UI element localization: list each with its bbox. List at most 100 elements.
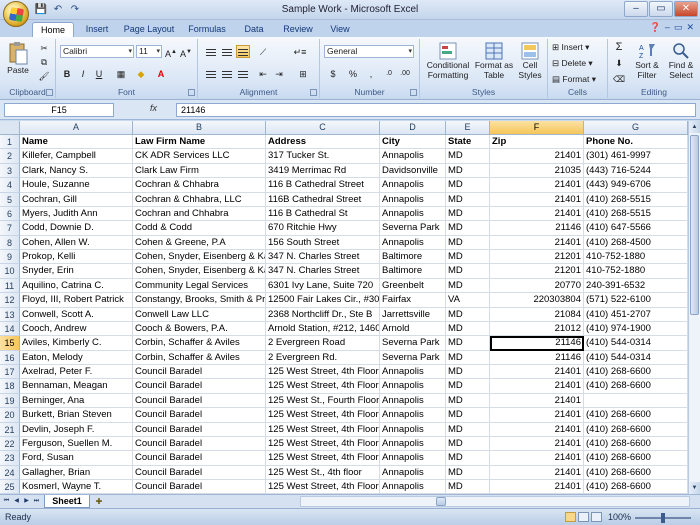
data-cell[interactable]: Council Baradel: [133, 365, 266, 380]
data-cell[interactable]: Annapolis: [380, 235, 446, 251]
data-cell[interactable]: Council Baradel: [133, 436, 266, 452]
data-cell[interactable]: 21401: [490, 365, 584, 380]
delete-cells-button[interactable]: ⊟ Delete ▾: [552, 58, 606, 68]
data-cell[interactable]: 21035: [490, 163, 584, 179]
data-cell[interactable]: Severna Park: [380, 350, 446, 366]
data-cell[interactable]: (410) 268-6600: [584, 408, 688, 423]
data-cell[interactable]: 21146: [490, 350, 584, 366]
merge-center-icon[interactable]: ⊞: [292, 67, 314, 80]
column-title-cell[interactable]: Phone No.: [584, 135, 688, 150]
data-cell[interactable]: Eaton, Melody: [20, 350, 133, 366]
data-cell[interactable]: MD: [446, 336, 490, 351]
row-header[interactable]: 10: [0, 264, 20, 279]
data-cell[interactable]: Council Baradel: [133, 379, 266, 394]
data-cell[interactable]: Annapolis: [380, 408, 446, 423]
column-header-d[interactable]: D: [380, 121, 446, 135]
data-cell[interactable]: MD: [446, 206, 490, 222]
shrink-font-button[interactable]: A▼: [179, 45, 193, 59]
vertical-scroll-thumb[interactable]: [690, 135, 699, 315]
orientation-icon[interactable]: ⟋: [256, 45, 270, 58]
tab-home[interactable]: Home: [32, 22, 74, 37]
horizontal-scrollbar[interactable]: [300, 496, 690, 507]
row-header[interactable]: 5: [0, 192, 20, 207]
data-cell[interactable]: Baltimore: [380, 264, 446, 279]
data-cell[interactable]: 2368 Northcliff Dr., Ste B: [266, 307, 380, 322]
data-cell[interactable]: Council Baradel: [133, 422, 266, 437]
data-cell[interactable]: Cohen, Snyder, Eisenberg & Katzenberg: [133, 264, 266, 279]
row-header[interactable]: 2: [0, 149, 20, 164]
row-header[interactable]: 6: [0, 206, 20, 222]
data-cell[interactable]: Cohen & Greene, P.A: [133, 235, 266, 251]
underline-button[interactable]: U: [92, 67, 106, 80]
bold-button[interactable]: B: [60, 67, 74, 80]
data-cell[interactable]: Annapolis: [380, 451, 446, 466]
data-cell[interactable]: Killefer, Campbell: [20, 149, 133, 164]
data-cell[interactable]: MD: [446, 480, 490, 494]
row-header[interactable]: 18: [0, 379, 20, 394]
data-cell[interactable]: Greenbelt: [380, 278, 446, 294]
data-cell[interactable]: (410) 268-6600: [584, 465, 688, 481]
data-cell[interactable]: 21401: [490, 422, 584, 437]
data-cell[interactable]: 347 N. Charles Street: [266, 250, 380, 265]
data-cell[interactable]: Bennaman, Meagan: [20, 379, 133, 394]
data-cell[interactable]: Annapolis: [380, 480, 446, 494]
data-cell[interactable]: (410) 268-6600: [584, 436, 688, 452]
data-cell[interactable]: 6301 Ivy Lane, Suite 720: [266, 278, 380, 294]
increase-indent-icon[interactable]: ⇥: [272, 67, 286, 80]
data-cell[interactable]: Cochran and Chhabra: [133, 206, 266, 222]
data-cell[interactable]: 116 B Cathedral Street: [266, 178, 380, 193]
tab-review[interactable]: Review: [278, 22, 318, 37]
data-cell[interactable]: 125 West Street, 4th Floor: [266, 436, 380, 452]
worksheet-grid[interactable]: A B C D E F G 1 Name Law Firm Name Address City Stat…: [0, 121, 688, 494]
data-cell[interactable]: Gallagher, Brian: [20, 465, 133, 481]
alignment-dialog-launcher[interactable]: [310, 89, 317, 96]
data-cell[interactable]: Ford, Susan: [20, 451, 133, 466]
data-cell[interactable]: (410) 268-4500: [584, 235, 688, 251]
data-cell[interactable]: Severna Park: [380, 336, 446, 351]
data-cell[interactable]: MD: [446, 235, 490, 251]
data-cell[interactable]: 21146: [490, 336, 584, 351]
data-cell[interactable]: 21401: [490, 436, 584, 452]
data-cell[interactable]: 125 West St., Fourth Floor: [266, 393, 380, 409]
currency-button[interactable]: $: [326, 67, 340, 80]
data-cell[interactable]: MD: [446, 149, 490, 164]
fill-color-icon[interactable]: ◆: [134, 67, 148, 80]
font-name-select[interactable]: Calibri ▾: [60, 45, 134, 58]
data-cell[interactable]: 21146: [490, 221, 584, 236]
zoom-slider[interactable]: [635, 513, 691, 523]
data-cell[interactable]: 21401: [490, 480, 584, 494]
column-header-e[interactable]: E: [446, 121, 490, 135]
row-header[interactable]: 14: [0, 321, 20, 337]
data-cell[interactable]: (410) 451-2707: [584, 307, 688, 322]
tab-data[interactable]: Data: [238, 22, 270, 37]
data-cell[interactable]: Burkett, Brian Steven: [20, 408, 133, 423]
data-cell[interactable]: Council Baradel: [133, 465, 266, 481]
data-cell[interactable]: Clark, Nancy S.: [20, 163, 133, 179]
data-cell[interactable]: 21401: [490, 408, 584, 423]
page-layout-view-icon[interactable]: [578, 512, 589, 522]
insert-cells-button[interactable]: ⊞ Insert ▾: [552, 42, 606, 52]
data-cell[interactable]: MD: [446, 192, 490, 207]
data-cell[interactable]: MD: [446, 379, 490, 394]
row-header[interactable]: 13: [0, 307, 20, 322]
data-cell[interactable]: 21401: [490, 451, 584, 466]
align-center-icon[interactable]: [220, 67, 234, 80]
select-all-corner[interactable]: [0, 121, 20, 135]
data-cell[interactable]: Council Baradel: [133, 451, 266, 466]
data-cell[interactable]: CK ADR Services LLC: [133, 149, 266, 164]
column-title-cell[interactable]: City: [380, 135, 446, 150]
zoom-level[interactable]: 100%: [608, 512, 631, 522]
row-header[interactable]: 4: [0, 178, 20, 193]
data-cell[interactable]: Ferguson, Suellen M.: [20, 436, 133, 452]
row-header[interactable]: 21: [0, 422, 20, 437]
data-cell[interactable]: Prokop, Kelli: [20, 250, 133, 265]
tab-view[interactable]: View: [324, 22, 356, 37]
data-cell[interactable]: 317 Tucker St.: [266, 149, 380, 164]
last-sheet-icon[interactable]: ⏭: [32, 496, 41, 507]
data-cell[interactable]: 21201: [490, 264, 584, 279]
close-button[interactable]: ✕: [674, 1, 698, 17]
data-cell[interactable]: MD: [446, 436, 490, 452]
increase-decimal-icon[interactable]: .0: [382, 67, 396, 80]
align-bottom-icon[interactable]: [236, 45, 250, 58]
data-cell[interactable]: 21401: [490, 235, 584, 251]
